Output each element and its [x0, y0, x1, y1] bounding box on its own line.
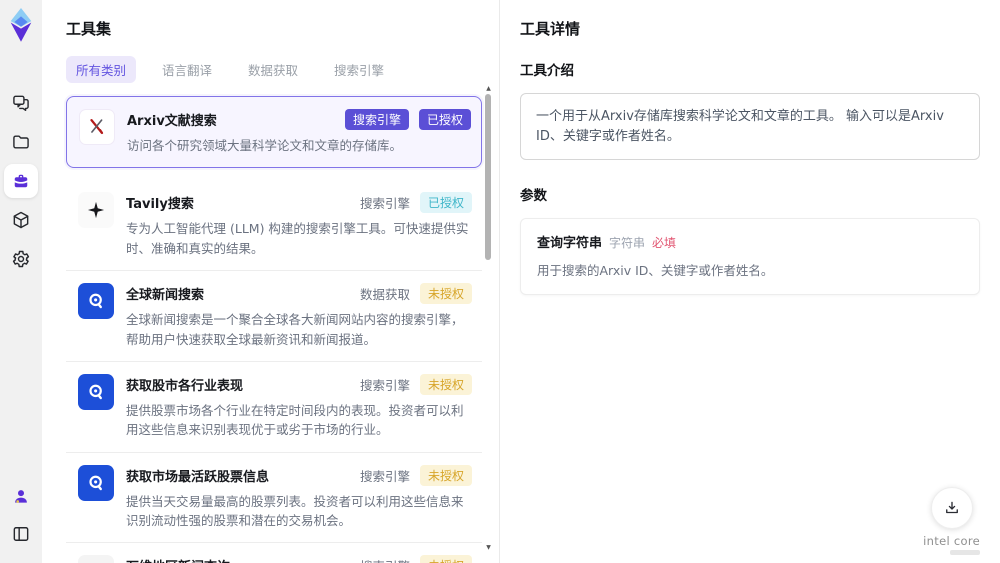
tool-card-5[interactable]: 万维地区新闻查询 搜索引擎 未授权 查询具体行政区划内的新闻，快速了解各地新闻动	[66, 543, 482, 563]
parameter-type: 字符串	[609, 236, 646, 250]
panel-toggle-icon[interactable]	[4, 517, 38, 551]
intel-core-logo-subline	[950, 550, 980, 555]
tool-name: Arxiv文献搜索	[127, 114, 217, 129]
tool-category-badge: 搜索引擎	[359, 377, 410, 393]
blueq-icon	[78, 373, 114, 410]
tool-auth-badge: 已授权	[419, 192, 472, 214]
sidebar-bottom	[4, 477, 38, 553]
tool-badges: 搜索引擎 未授权	[359, 464, 472, 486]
cube-icon[interactable]	[4, 203, 38, 237]
params-section-title: 参数	[520, 188, 547, 204]
corner-widgets: intel core	[923, 487, 980, 555]
tool-card-0[interactable]: Arxiv文献搜索 搜索引擎 已授权 访问各个研究领域大量科学论文和文章的存储库…	[66, 96, 482, 169]
chat-icon[interactable]	[4, 86, 38, 120]
tool-description: 访问各个研究领域大量科学论文和文章的存储库。	[127, 138, 403, 153]
tool-description: 全球新闻搜索是一个聚合全球各大新闻网站内容的搜索引擎，帮助用户快速获取全球最新资…	[126, 312, 464, 347]
tool-card-2[interactable]: 全球新闻搜索 数据获取 未授权 全球新闻搜索是一个聚合全球各大新闻网站内容的搜索…	[66, 271, 482, 362]
toolset-title: 工具集	[66, 20, 112, 38]
tool-description: 专为人工智能代理 (LLM) 构建的搜索引擎工具。可快速提供实时、准确和真实的结…	[126, 221, 469, 256]
tool-badges: 数据获取 未授权	[359, 283, 472, 305]
tool-auth-badge: 未授权	[419, 373, 472, 395]
parameter-description: 用于搜索的Arxiv ID、关键字或作者姓名。	[537, 263, 774, 278]
tool-badges: 搜索引擎 未授权	[359, 373, 472, 395]
app-window: 工具集 所有类别 语言翻译 数据获取 搜索引擎 Arxiv文献搜索 搜索引擎 已授权 …	[0, 0, 1000, 563]
blueq-icon	[78, 464, 114, 501]
tool-badges: 搜索引擎 已授权	[344, 109, 471, 130]
tool-name: 全球新闻搜索	[126, 288, 205, 304]
tab-3[interactable]: 搜索引擎	[324, 56, 394, 83]
tool-category-badge: 数据获取	[359, 287, 410, 303]
blueq-icon	[78, 283, 114, 320]
folder-icon[interactable]	[4, 125, 38, 159]
tool-auth-badge: 已授权	[418, 109, 471, 130]
tool-details-panel: 工具详情 工具介绍 一个用于从Arxiv存储库搜索科学论文和文章的工具。 输入可…	[500, 0, 1000, 563]
settings-icon[interactable]	[4, 242, 38, 276]
tool-category-badge: 搜索引擎	[344, 109, 409, 130]
tool-card-3[interactable]: 获取股市各行业表现 搜索引擎 未授权 提供股票市场各个行业在特定时间段内的表现。…	[66, 361, 482, 453]
scrollbar-thumb[interactable]	[485, 94, 491, 260]
tool-badges: 搜索引擎 已授权	[359, 192, 472, 214]
tool-auth-badge: 未授权	[419, 464, 472, 486]
tool-auth-badge: 未授权	[419, 555, 472, 563]
parameter-name: 查询字符串	[537, 236, 603, 251]
parameter-header: 查询字符串 字符串 必填	[537, 232, 963, 251]
download-button[interactable]	[930, 487, 973, 529]
scrollbar-down-arrow[interactable]: ▼	[484, 545, 493, 551]
tool-description: 提供当天交易量最高的股票列表。投资者可以利用这些信息来识别流动性强的股票和潜在的…	[126, 493, 464, 528]
toolset-panel: 工具集 所有类别 语言翻译 数据获取 搜索引擎 Arxiv文献搜索 搜索引擎 已授权 …	[42, 0, 500, 563]
tool-category-badge: 搜索引擎	[360, 556, 410, 563]
user-icon[interactable]	[4, 479, 38, 513]
tab-0[interactable]: 所有类别	[66, 56, 137, 83]
download-icon	[943, 499, 961, 517]
parameter-required-badge: 必填	[652, 236, 677, 250]
intro-section-title: 工具介绍	[520, 63, 574, 79]
news-icon	[78, 555, 114, 563]
tool-badges: 搜索引擎 未授权	[360, 555, 472, 563]
category-tabs: 所有类别 语言翻译 数据获取 搜索引擎	[66, 56, 481, 83]
scrollbar-up-arrow[interactable]: ▲	[484, 86, 493, 92]
toolbox-icon[interactable]	[4, 164, 38, 198]
tool-name: Tavily搜索	[126, 197, 194, 213]
tool-intro-box: 一个用于从Arxiv存储库搜索科学论文和文章的工具。 输入可以是Arxiv ID…	[520, 93, 980, 160]
tool-card-4[interactable]: 获取市场最活跃股票信息 搜索引擎 未授权 提供当天交易量最高的股票列表。投资者可…	[66, 452, 482, 544]
tool-name: 获取市场最活跃股票信息	[126, 469, 270, 485]
tab-1[interactable]: 语言翻译	[152, 56, 222, 83]
parameter-card: 查询字符串 字符串 必填 用于搜索的Arxiv ID、关键字或作者姓名。	[520, 218, 980, 295]
sidebar-nav	[4, 81, 38, 281]
left-sidebar	[0, 0, 42, 563]
tool-name: 万维地区新闻查询	[126, 555, 230, 563]
tab-2[interactable]: 数据获取	[238, 56, 308, 83]
tool-name: 获取股市各行业表现	[126, 378, 244, 394]
tool-list-scrollbar[interactable]: ▲ ▼	[484, 86, 493, 551]
details-title: 工具详情	[520, 20, 581, 38]
app-logo	[6, 7, 36, 43]
tool-card-1[interactable]: Tavily搜索 搜索引擎 已授权 专为人工智能代理 (LLM) 构建的搜索引擎…	[66, 180, 482, 272]
tool-category-badge: 搜索引擎	[359, 196, 410, 212]
arxiv-icon	[79, 109, 115, 145]
star-icon	[78, 192, 114, 229]
tool-category-badge: 搜索引擎	[359, 468, 410, 484]
tool-list: Arxiv文献搜索 搜索引擎 已授权 访问各个研究领域大量科学论文和文章的存储库…	[66, 96, 482, 563]
tool-description: 提供股票市场各个行业在特定时间段内的表现。投资者可以利用这些信息来识别表现优于或…	[126, 402, 464, 438]
tool-auth-badge: 未授权	[419, 283, 472, 305]
intel-core-logo: intel core	[923, 534, 980, 548]
